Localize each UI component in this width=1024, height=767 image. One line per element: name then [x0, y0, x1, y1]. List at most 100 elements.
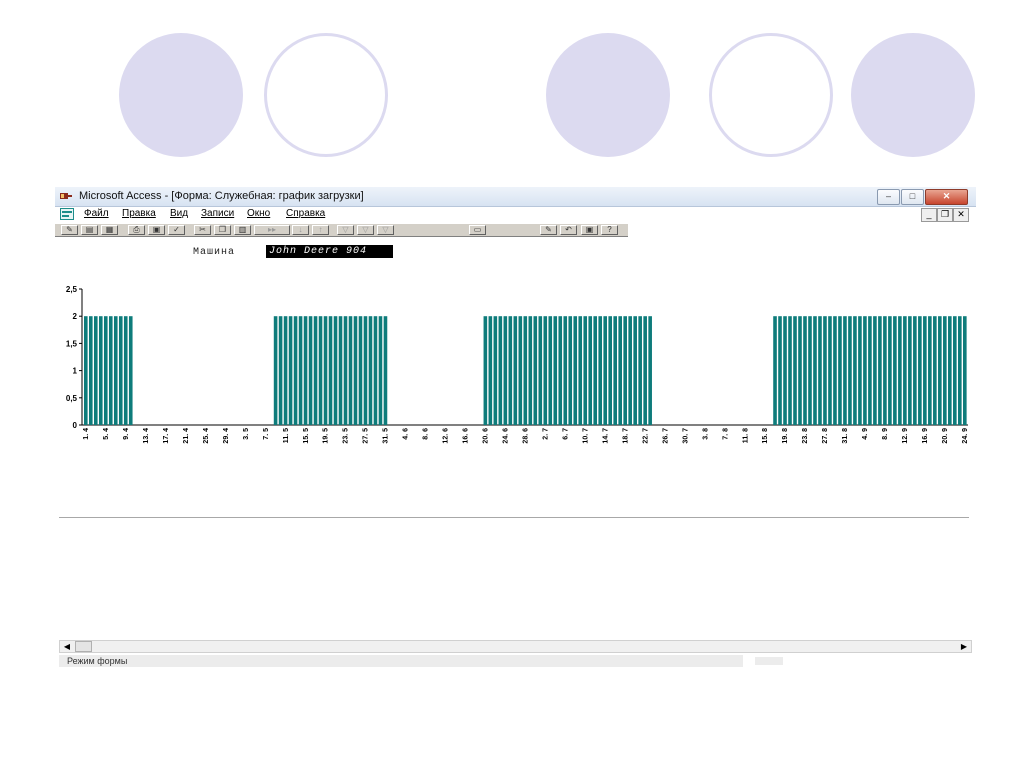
chart-bar — [483, 316, 488, 425]
menu-window[interactable]: Окно — [247, 208, 270, 219]
chart-bar — [638, 316, 642, 425]
copy-icon[interactable]: ❐ — [214, 225, 231, 235]
maximize-button[interactable]: □ — [901, 189, 924, 205]
chart-bar — [818, 316, 822, 425]
chart-bar — [518, 316, 523, 425]
doc-restore-button[interactable]: ❐ — [937, 208, 953, 222]
decorative-circle-5 — [851, 33, 975, 157]
chart-bar — [823, 316, 827, 425]
chart-bar — [108, 316, 113, 425]
chart-bar — [358, 316, 363, 425]
chart-bar — [833, 316, 837, 425]
y-tick-label: 1,5 — [66, 339, 78, 348]
new-object-icon[interactable]: ✎ — [540, 225, 557, 235]
form-document-icon[interactable] — [60, 208, 74, 220]
close-button[interactable]: ✕ — [925, 189, 968, 205]
menu-view[interactable]: Вид — [170, 208, 188, 219]
chart-bar — [848, 316, 852, 425]
spelling-icon[interactable]: ✓ — [168, 225, 185, 235]
chart-bar — [893, 316, 897, 425]
x-tick-label: 19. 5 — [323, 428, 330, 444]
status-bar: Режим формы — [59, 655, 743, 667]
paste-icon[interactable]: ▥ — [234, 225, 251, 235]
chart-bar — [363, 316, 368, 425]
chart-bar — [493, 316, 498, 425]
x-tick-label: 23. 5 — [343, 428, 350, 444]
chart-bar — [903, 316, 907, 425]
chart-bar — [923, 316, 927, 425]
chart-bar — [578, 316, 583, 425]
menu-edit[interactable]: Правка — [122, 208, 156, 219]
chart-bar — [933, 316, 937, 425]
chart-bar — [128, 316, 133, 425]
x-tick-label: 8. 9 — [882, 428, 889, 440]
menu-records[interactable]: Записи — [201, 208, 234, 219]
doc-minimize-button[interactable]: _ — [921, 208, 937, 222]
cut-icon[interactable]: ✂ — [194, 225, 211, 235]
sort-descending-icon[interactable]: ↑ — [312, 225, 329, 235]
title-bar[interactable]: Microsoft Access - [Форма: Служебная: гр… — [55, 187, 976, 207]
minimize-button[interactable]: – — [877, 189, 900, 205]
x-tick-label: 29. 4 — [223, 428, 230, 444]
menu-file[interactable]: Файл — [84, 208, 109, 219]
x-tick-label: 31. 5 — [383, 428, 390, 444]
datasheet-view-icon[interactable]: ▦ — [101, 225, 118, 235]
design-view-icon[interactable]: ✎ — [61, 225, 78, 235]
x-tick-label: 27. 5 — [363, 428, 370, 444]
machine-field[interactable]: John Deere 904 — [266, 245, 393, 258]
chart-bar — [863, 316, 867, 425]
access-key-icon — [60, 193, 72, 199]
x-tick-label: 3. 8 — [702, 428, 709, 440]
chart-bar — [503, 316, 508, 425]
horizontal-scrollbar[interactable]: ◀ ▶ — [59, 640, 972, 653]
x-tick-label: 17. 4 — [163, 428, 170, 444]
chart-bar — [808, 316, 812, 425]
chart-bar — [543, 316, 548, 425]
undo-icon[interactable]: ↶ — [560, 225, 577, 235]
office-assistant-icon[interactable]: ▣ — [581, 225, 598, 235]
x-tick-label: 4. 6 — [403, 428, 410, 440]
chart-bar — [878, 316, 882, 425]
sort-ascending-icon[interactable]: ↓ — [292, 225, 309, 235]
filter-by-selection-icon[interactable]: ▽ — [337, 225, 354, 235]
chart-bar — [538, 316, 543, 425]
chart-bar — [123, 316, 128, 425]
chart-bar — [293, 316, 298, 425]
chart-bar — [303, 316, 308, 425]
chart-bar — [803, 316, 807, 425]
scroll-left-icon[interactable]: ◀ — [61, 641, 73, 652]
menu-bar: Файл Правка Вид Записи Окно Справка _ ❐ … — [55, 207, 976, 222]
chart-bar — [313, 316, 318, 425]
decorative-circle-3 — [546, 33, 670, 157]
x-tick-label: 2. 7 — [543, 428, 550, 440]
x-tick-label: 28. 6 — [523, 428, 530, 444]
toolbar: ✎ ▤ ▦ ⎙ ▣ ✓ ✂ ❐ ▥ ▸▸ ↓ ↑ ▽ ▽ ▽ ▭ ✎ ↶ ▣ ? — [55, 223, 628, 237]
menu-help[interactable]: Справка — [286, 208, 325, 219]
doc-close-button[interactable]: ✕ — [953, 208, 969, 222]
help-icon[interactable]: ? — [601, 225, 618, 235]
x-tick-label: 21. 4 — [183, 428, 190, 444]
chart-bar — [378, 316, 383, 425]
form-view-icon[interactable]: ▤ — [81, 225, 98, 235]
format-painter-icon[interactable]: ▸▸ — [254, 225, 290, 235]
x-tick-label: 12. 9 — [902, 428, 909, 444]
scroll-thumb[interactable] — [75, 641, 92, 652]
chart-bar — [338, 316, 343, 425]
filter-by-form-icon[interactable]: ▽ — [357, 225, 374, 235]
apply-filter-icon[interactable]: ▽ — [377, 225, 394, 235]
divider — [59, 517, 969, 518]
x-tick-label: 14. 7 — [602, 428, 609, 444]
chart-bar — [958, 316, 962, 425]
x-tick-label: 25. 4 — [203, 428, 210, 444]
x-tick-label: 3. 5 — [243, 428, 250, 440]
print-preview-icon[interactable]: ▣ — [148, 225, 165, 235]
scroll-right-icon[interactable]: ▶ — [958, 641, 970, 652]
chart-bar — [873, 316, 877, 425]
x-tick-label: 24. 9 — [962, 428, 969, 444]
chart-bar — [883, 316, 887, 425]
x-tick-label: 23. 8 — [802, 428, 809, 444]
x-tick-label: 31. 8 — [842, 428, 849, 444]
x-tick-label: 5. 4 — [103, 428, 110, 440]
properties-icon[interactable]: ▭ — [469, 225, 486, 235]
print-icon[interactable]: ⎙ — [128, 225, 145, 235]
